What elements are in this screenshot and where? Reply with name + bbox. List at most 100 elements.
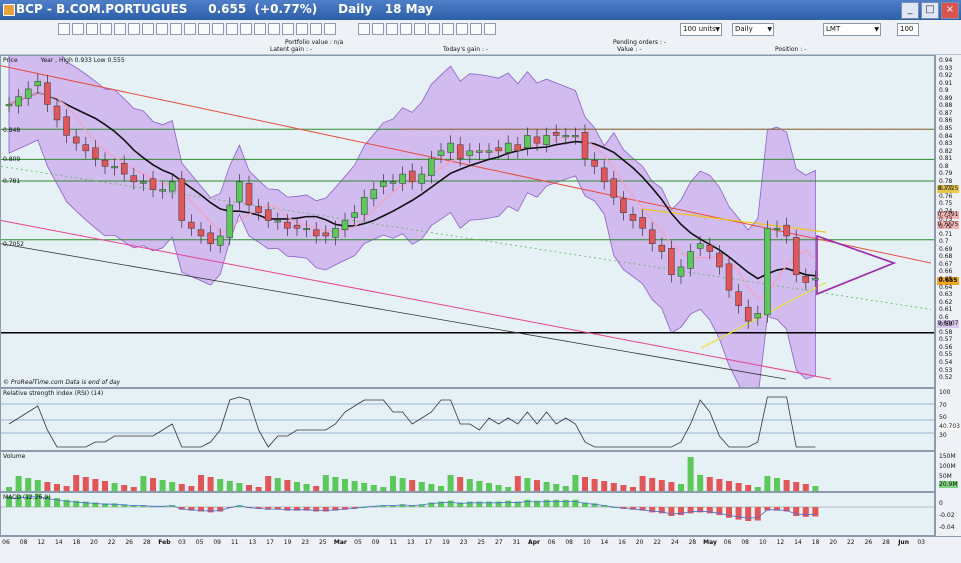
indicator-icon[interactable] [282, 23, 294, 35]
quantity-input[interactable]: 100 [897, 23, 919, 36]
rsi-panel[interactable]: Relative strength index (RSI) (14) [0, 388, 935, 451]
arrow-up-icon[interactable] [170, 23, 182, 35]
axis-label: 100M [939, 463, 956, 470]
hide-icon[interactable] [324, 23, 336, 35]
axis-label: 0.87 [939, 109, 953, 117]
print-icon[interactable] [226, 23, 238, 35]
calc-icon[interactable] [442, 23, 454, 35]
axis-label: -0.04 [939, 524, 955, 531]
volume-bar [716, 479, 723, 491]
price-panel[interactable]: Price Year , High 0.933 Low 0.555 0.848 … [0, 55, 935, 388]
save-icon[interactable] [254, 23, 266, 35]
volume-bar [649, 478, 656, 491]
candle-up [466, 150, 474, 156]
chart-icon[interactable] [428, 23, 440, 35]
candle-down [610, 178, 618, 198]
date-tick: 08 [741, 539, 750, 546]
flag-icon[interactable] [400, 23, 412, 35]
redo-icon[interactable] [72, 23, 84, 35]
date-tick: 05 [195, 539, 204, 546]
settings-icon[interactable] [212, 23, 224, 35]
date-axis[interactable]: 06 08 12 14 18 20 22 26 28 Feb 03 05 09 11 13 17 19 23 25 M… [0, 536, 961, 563]
units-select[interactable]: 100 units ▼ [680, 23, 722, 36]
volume-bar [102, 481, 108, 491]
order-icon[interactable] [470, 23, 482, 35]
zoom-icon[interactable] [86, 23, 98, 35]
candle-down [130, 175, 138, 183]
undo-icon[interactable] [58, 23, 70, 35]
axis-label: 0.62 [939, 298, 953, 306]
axis-label: 0.61 [939, 306, 953, 314]
volume-bar [342, 479, 348, 491]
axis-label: 50 [939, 414, 947, 421]
text-icon[interactable] [156, 23, 168, 35]
arrow-down-icon[interactable] [184, 23, 196, 35]
candle-down [600, 167, 608, 183]
volume-axis: 150M 100M 50M 20.9M [935, 451, 961, 492]
bollinger-band [8, 56, 816, 387]
volume-bar [92, 479, 99, 491]
window-titlebar: BCP - B.COM.PORTUGUES 0.655 (+0.77%) Dai… [0, 0, 961, 20]
candle-down [783, 224, 790, 237]
bell-icon[interactable] [386, 23, 398, 35]
volume-bar [82, 477, 89, 491]
axis-label: 0.63 [939, 291, 953, 299]
window-icon[interactable] [456, 23, 468, 35]
volume-bar [764, 476, 771, 491]
order-type-select[interactable]: LMT ▼ [823, 23, 881, 36]
candle-down [629, 214, 637, 221]
info-icon[interactable] [372, 23, 384, 35]
volume-bar [418, 482, 425, 491]
date-tick: 22 [653, 539, 662, 546]
macd-chart[interactable] [1, 493, 935, 536]
template-icon[interactable] [296, 23, 308, 35]
copy-icon[interactable] [240, 23, 252, 35]
axis-label: 100 [939, 389, 951, 396]
delete-icon[interactable] [198, 23, 210, 35]
trend-icon[interactable] [128, 23, 140, 35]
macd-axis: 0 -0.02 -0.04 [935, 492, 961, 536]
axis-label: 0.69 [939, 245, 953, 253]
list-icon[interactable] [414, 23, 426, 35]
candle-down [552, 132, 560, 136]
line-tool-icon[interactable] [114, 23, 126, 35]
date-tick: 28 [688, 539, 697, 546]
help-icon[interactable] [358, 23, 370, 35]
candle-down [639, 217, 646, 229]
axis-label: 0 [939, 500, 943, 507]
crosshair-icon[interactable] [100, 23, 112, 35]
minimize-button[interactable]: _ [901, 2, 919, 19]
price-axis[interactable]: 0.7725 0.7391 0.7275 0.655 0.6007 0.94 0.… [935, 55, 961, 388]
date-tick: Feb [158, 539, 171, 546]
volume-panel[interactable]: Volume [0, 451, 935, 492]
macd-panel[interactable]: MACD (12,26,9) [0, 492, 935, 536]
candle-up [236, 181, 243, 203]
export-icon[interactable] [484, 23, 496, 35]
period-select[interactable]: Daily ▼ [732, 23, 774, 36]
volume-bar [697, 475, 704, 491]
layout-icon[interactable] [268, 23, 280, 35]
date-tick: 06 [2, 539, 10, 546]
date-tick: Mar [333, 539, 347, 546]
volume-bar [351, 481, 358, 491]
candle-up [428, 158, 435, 176]
candle-up [341, 220, 349, 231]
price-legend: Year , High 0.933 Low 0.555 [40, 57, 125, 64]
grid-icon[interactable] [310, 23, 322, 35]
maximize-button[interactable]: □ [921, 2, 939, 19]
close-button[interactable]: × [941, 2, 959, 19]
candle-down [312, 229, 320, 237]
volume-bar [25, 478, 32, 491]
candle-up [303, 227, 310, 231]
macd-histogram-bar [553, 499, 560, 507]
volume-bar [284, 480, 291, 491]
candle-down [456, 144, 464, 159]
date-tick: 13 [248, 539, 257, 546]
fib-icon[interactable] [142, 23, 154, 35]
axis-label: 0.52 [939, 374, 953, 382]
candle-up [754, 313, 762, 319]
candle-down [72, 136, 80, 144]
rsi-chart[interactable] [1, 389, 935, 451]
volume-chart[interactable] [1, 452, 935, 492]
price-chart[interactable] [1, 56, 935, 388]
